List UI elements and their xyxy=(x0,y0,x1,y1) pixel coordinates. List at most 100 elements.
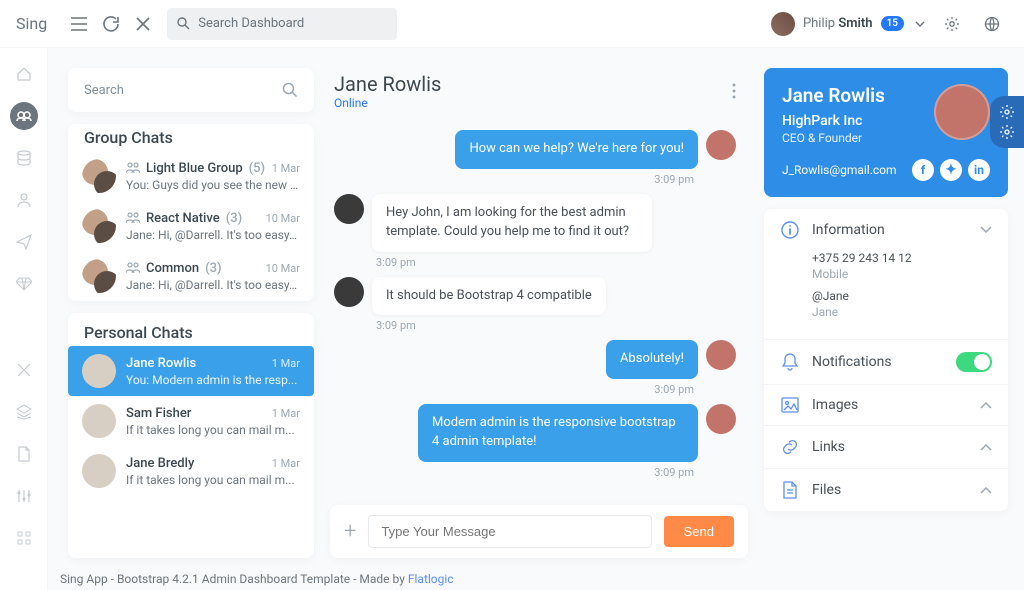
personal-chats-card: Personal Chats Jane Rowlis 1 Mar You: Mo… xyxy=(68,313,314,558)
chevron-down-icon xyxy=(980,226,992,234)
file-icon xyxy=(780,481,800,499)
chat-date: 10 Mar xyxy=(266,212,300,225)
messages-list[interactable]: How can we help? We're here for you! 3:09… xyxy=(330,122,748,497)
chat-icon[interactable] xyxy=(10,102,38,130)
message-avatar xyxy=(334,194,364,224)
group-icon xyxy=(126,162,140,174)
profile-email[interactable]: J_Rowlis@gmail.com xyxy=(782,163,897,177)
refresh-icon[interactable] xyxy=(95,8,127,40)
more-icon[interactable] xyxy=(732,83,736,99)
group-chat-item[interactable]: Light Blue Group (5) 1 Mar You: Guys did… xyxy=(68,151,314,201)
profile-card: Jane Rowlis HighPark Inc CEO & Founder J… xyxy=(764,68,1008,197)
links-panel[interactable]: Links xyxy=(764,425,1008,468)
chat-search-placeholder: Search xyxy=(84,83,124,98)
chat-name: Jane Rowlis xyxy=(126,356,196,371)
group-avatar xyxy=(82,259,116,293)
send-icon[interactable] xyxy=(10,228,38,256)
facebook-icon[interactable]: f xyxy=(912,159,934,181)
message-timestamp: 3:09 pm xyxy=(376,319,736,332)
chevron-up-icon xyxy=(980,401,992,409)
chat-avatar xyxy=(82,454,116,488)
info-handle-label: Jane xyxy=(812,305,992,319)
chat-preview: Jane: Hi, @Darrell. It's too easy. I c..… xyxy=(126,278,300,292)
info-phone-label: Mobile xyxy=(812,267,992,281)
message-row: Modern admin is the responsive bootstrap… xyxy=(334,404,736,462)
user-icon[interactable] xyxy=(10,186,38,214)
user-avatar[interactable] xyxy=(771,12,795,36)
tools-icon[interactable] xyxy=(10,356,38,384)
bell-icon xyxy=(780,353,800,371)
twitter-icon[interactable]: ✦ xyxy=(940,159,962,181)
database-icon[interactable] xyxy=(10,144,38,172)
group-chat-item[interactable]: Common (3) 10 Mar Jane: Hi, @Darrell. It… xyxy=(68,251,314,301)
group-chats-title: Group Chats xyxy=(68,124,314,151)
chat-date: 1 Mar xyxy=(272,407,300,420)
message-bubble: Hey John, I am looking for the best admi… xyxy=(372,194,652,252)
chat-preview: If it takes long you can mail m... xyxy=(126,473,300,487)
info-panel-header[interactable]: Information xyxy=(764,209,1008,251)
chevron-down-icon[interactable] xyxy=(912,8,928,40)
chat-date: 1 Mar xyxy=(272,162,300,175)
message-bubble: It should be Bootstrap 4 compatible xyxy=(372,277,606,316)
gear-icon[interactable] xyxy=(936,8,968,40)
send-button[interactable]: Send xyxy=(664,516,734,547)
group-chat-item[interactable]: React Native (3) 10 Mar Jane: Hi, @Darre… xyxy=(68,201,314,251)
chat-preview: You: Modern admin is the resp... xyxy=(126,373,300,387)
personal-chat-item[interactable]: Jane Bredly 1 Mar If it takes long you c… xyxy=(68,446,314,496)
file-icon[interactable] xyxy=(10,440,38,468)
notifications-panel[interactable]: Notifications xyxy=(764,339,1008,384)
personal-chat-item[interactable]: Sam Fisher 1 Mar If it takes long you ca… xyxy=(68,396,314,446)
message-avatar xyxy=(706,130,736,160)
images-label: Images xyxy=(812,397,968,413)
files-label: Files xyxy=(812,482,968,498)
chat-name: React Native xyxy=(146,211,220,226)
search-placeholder: Search Dashboard xyxy=(198,16,304,31)
chat-search[interactable]: Search xyxy=(68,68,314,112)
footer-text: Sing App - Bootstrap 4.2.1 Admin Dashboa… xyxy=(60,572,408,586)
link-icon xyxy=(780,438,800,456)
chat-preview: Jane: Hi, @Darrell. It's too easy. I c..… xyxy=(126,228,300,242)
message-row: Absolutely! xyxy=(334,340,736,379)
message-input[interactable] xyxy=(368,515,651,548)
group-icon xyxy=(126,212,140,224)
chat-date: 1 Mar xyxy=(272,357,300,370)
group-avatar xyxy=(82,209,116,243)
chevron-up-icon xyxy=(980,443,992,451)
diamond-icon[interactable] xyxy=(10,270,38,298)
linkedin-icon[interactable]: in xyxy=(968,159,990,181)
notifications-badge[interactable]: 15 xyxy=(881,16,904,31)
message-bubble: How can we help? We're here for you! xyxy=(455,130,698,169)
info-panel-label: Information xyxy=(812,222,968,238)
conversation-status: Online xyxy=(334,96,732,110)
globe-icon[interactable] xyxy=(976,8,1008,40)
add-attachment-icon[interactable]: + xyxy=(344,519,356,544)
home-icon[interactable] xyxy=(10,60,38,88)
message-avatar xyxy=(706,404,736,434)
layers-icon[interactable] xyxy=(10,398,38,426)
search-input[interactable]: Search Dashboard xyxy=(167,8,397,40)
search-icon xyxy=(282,82,298,98)
message-timestamp: 3:09 pm xyxy=(376,256,736,269)
notifications-label: Notifications xyxy=(812,354,944,370)
message-row: How can we help? We're here for you! xyxy=(334,130,736,169)
message-timestamp: 3:09 pm xyxy=(334,173,694,186)
chat-name: Common xyxy=(146,261,199,276)
message-avatar xyxy=(706,340,736,370)
chat-header: Jane Rowlis Online xyxy=(330,68,748,122)
chat-avatar xyxy=(82,354,116,388)
info-icon xyxy=(780,221,800,239)
images-panel[interactable]: Images xyxy=(764,384,1008,425)
composer: + Send xyxy=(330,505,748,558)
personal-chat-item[interactable]: Jane Rowlis 1 Mar You: Modern admin is t… xyxy=(68,346,314,396)
chat-name: Sam Fisher xyxy=(126,406,191,421)
close-icon[interactable] xyxy=(127,8,159,40)
apps-icon[interactable] xyxy=(10,524,38,552)
sliders-icon[interactable] xyxy=(10,482,38,510)
notifications-toggle[interactable] xyxy=(956,352,992,372)
user-name[interactable]: Philip Smith xyxy=(803,16,873,31)
footer-link[interactable]: Flatlogic xyxy=(408,572,454,586)
menu-icon[interactable] xyxy=(63,8,95,40)
files-panel[interactable]: Files xyxy=(764,468,1008,511)
settings-tab[interactable] xyxy=(990,96,1024,148)
chat-preview: If it takes long you can mail m... xyxy=(126,423,300,437)
